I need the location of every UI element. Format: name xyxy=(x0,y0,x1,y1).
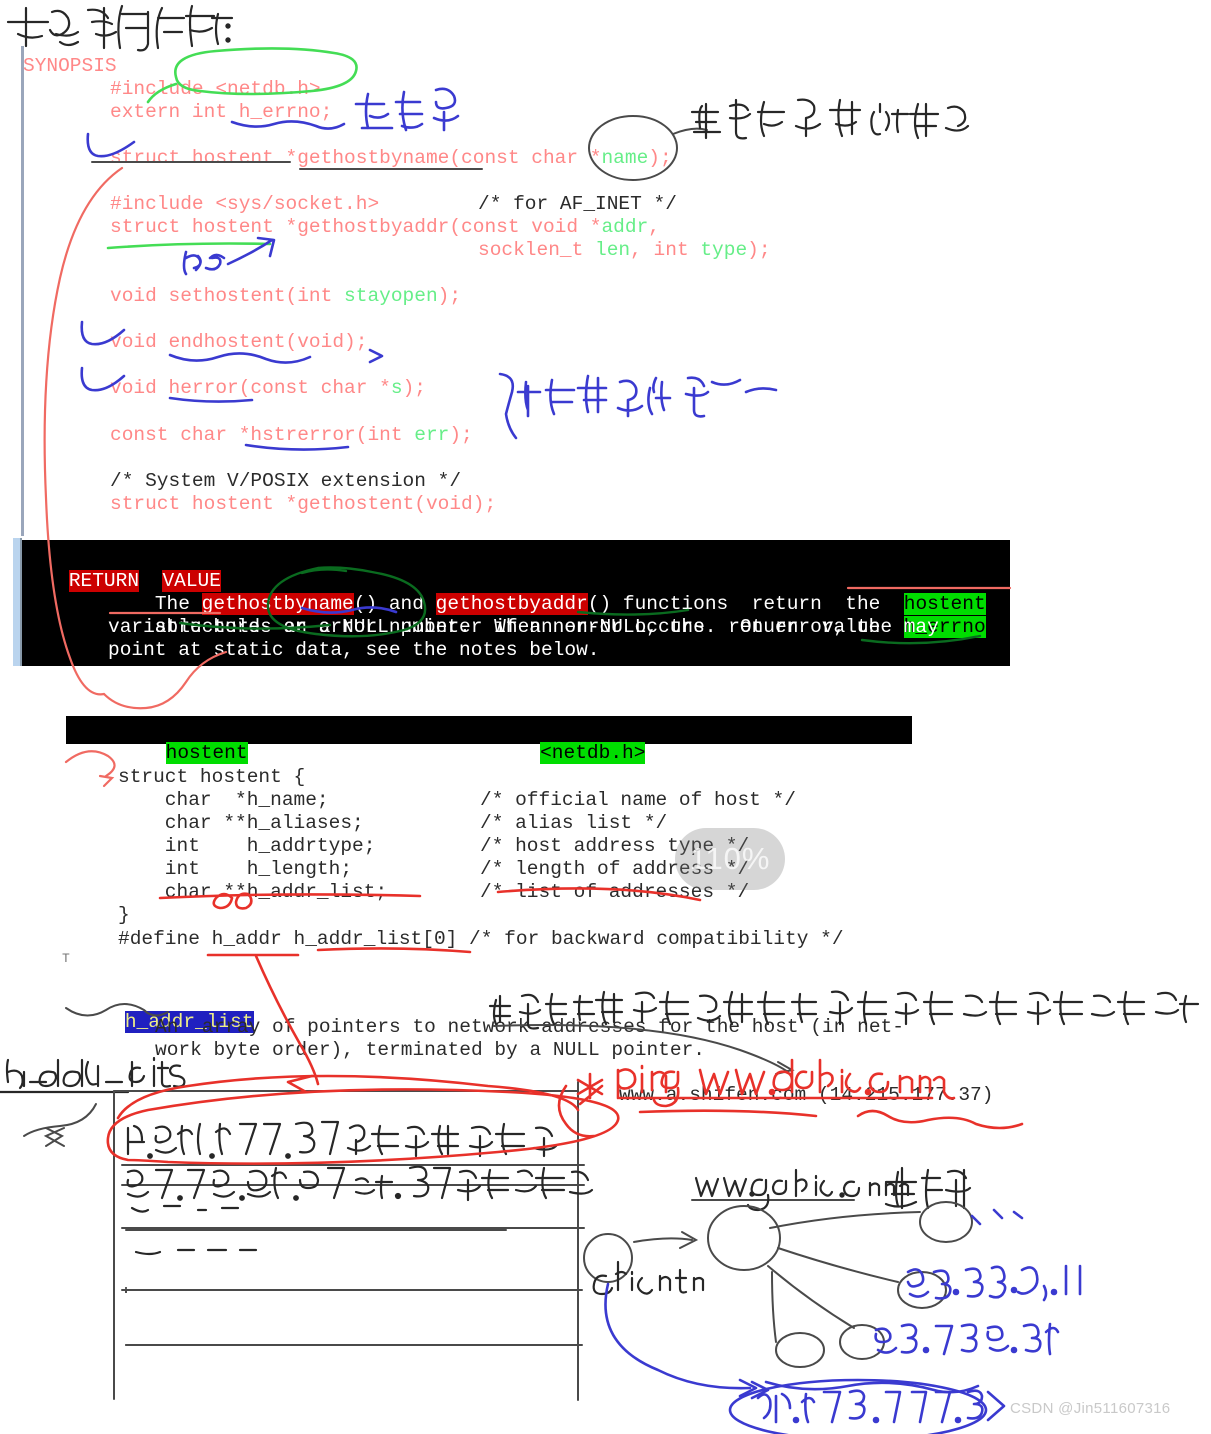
ink-blue-squiggle xyxy=(764,1380,980,1394)
ink-final-ip-text xyxy=(756,1389,1006,1424)
ink-circle-row1 xyxy=(106,1088,620,1165)
synopsis-line-9: void herror(const char *s); xyxy=(110,377,426,400)
code-token: , int xyxy=(630,239,701,261)
synopsis-line-3: #include <sys/socket.h> xyxy=(110,193,379,216)
code-token: err xyxy=(414,424,450,446)
ink-circle-final-ip xyxy=(728,1378,988,1434)
code-token: /* System V/POSIX extension */ xyxy=(110,470,462,492)
code-token: type xyxy=(700,239,748,261)
synopsis-line-0: #include <netdb.h> xyxy=(110,78,321,101)
h-addr-list-desc-1: An array of pointers to network addresse… xyxy=(155,1016,904,1038)
struct-code-line-5: char **h_addr_list; xyxy=(118,881,388,903)
si-hl1: hostent xyxy=(165,742,248,764)
synopsis-heading: SYNOPSIS xyxy=(23,55,117,77)
rv-l3: variable holds an error number. When non… xyxy=(108,616,939,638)
synopsis-line-4: /* for AF_INET */ xyxy=(478,193,677,216)
ink-h-addr-list-label xyxy=(0,1056,186,1094)
struct-code-line-6: } xyxy=(118,904,130,926)
ink-hs-note xyxy=(182,236,276,276)
code-token: void herror(const char * xyxy=(110,377,391,399)
ink-name-note-cn xyxy=(690,98,970,140)
left-guide-rule-top xyxy=(21,46,24,536)
ink-table-dashes xyxy=(130,1204,258,1256)
si-b: structure is defined in xyxy=(247,742,541,764)
code-token: void sethostent(int xyxy=(110,285,345,307)
si-c: as follows: xyxy=(645,742,786,764)
ink-squiggle-right xyxy=(856,1109,1024,1130)
ink-brace-print xyxy=(498,372,518,440)
code-token: name xyxy=(601,147,649,169)
code-token: ); xyxy=(437,285,462,307)
ink-table-grid xyxy=(113,1081,585,1401)
ink-cuowuhao-cn xyxy=(354,87,460,132)
code-token: void endhostent(void); xyxy=(110,331,368,353)
synopsis-line-2: struct hostent *gethostbyname(const char… xyxy=(110,147,672,170)
h-addr-list-desc-2: work byte order), terminated by a NULL p… xyxy=(155,1039,705,1061)
synopsis-line-7: void sethostent(int stayopen); xyxy=(110,285,461,308)
code-token: #include <sys/socket.h> xyxy=(110,193,380,215)
synopsis-line-8: void endhostent(void); xyxy=(110,331,367,354)
code-token: ); xyxy=(648,147,672,169)
code-token: const char *hstrerror(int xyxy=(110,424,415,446)
ink-table-row-2 xyxy=(126,1165,594,1202)
left-guide-rule-blue xyxy=(13,538,20,666)
code-token: s xyxy=(390,377,403,399)
man-page-screenshot: SYNOPSIS #include <netdb.h> extern int h_… xyxy=(0,0,1211,1434)
code-token: struct hostent *gethostbyname(const char… xyxy=(110,147,602,169)
code-token: #include <netdb.h> xyxy=(110,78,321,100)
code-token: ); xyxy=(449,424,473,446)
shifen-resolution-line: www.a.shifen.com (14.215.177.37) xyxy=(619,1084,994,1106)
ink-title-cn xyxy=(6,4,234,52)
ink-cluster-diagram xyxy=(583,1166,1024,1368)
ink-blue-curve-client xyxy=(604,1282,752,1390)
ink-asterisk xyxy=(576,1072,604,1106)
struct-code-line-3: int h_addrtype; xyxy=(118,835,376,857)
struct-code-line-7: #define h_addr h_addr_list[0] /* for bac… xyxy=(118,928,844,950)
struct-comment-1: /* official name of host */ xyxy=(480,789,796,811)
code-token: addr xyxy=(601,216,649,238)
struct-code-line-0: struct hostent { xyxy=(118,766,306,788)
code-token: extern int h_errno; xyxy=(110,101,333,123)
code-token: ); xyxy=(402,377,426,399)
ink-underline-shifen-2 xyxy=(638,1109,818,1118)
code-token: struct hostent *gethostbyaddr(const void… xyxy=(110,216,602,238)
struct-code-line-2: char **h_aliases; xyxy=(118,812,364,834)
ink-print-err-cn xyxy=(516,374,778,418)
si-a: The xyxy=(118,742,166,764)
struct-code-line-1: char *h_name; xyxy=(118,789,329,811)
csdn-watermark: CSDN @Jin511607316 xyxy=(1010,1400,1171,1417)
ink-table-row-1 xyxy=(126,1120,558,1159)
ink-underline-gethostbyaddr xyxy=(106,242,272,250)
ink-ip-notes xyxy=(874,1264,1082,1356)
synopsis-line-10: const char *hstrerror(int err); xyxy=(110,424,473,447)
struct-code-line-4: int h_length; xyxy=(118,858,353,880)
si-hl2: <netdb.h> xyxy=(540,742,646,764)
code-token: /* for AF_INET */ xyxy=(478,193,677,215)
synopsis-line-1: extern int h_errno; xyxy=(110,101,332,124)
rv-l4: point at static data, see the notes belo… xyxy=(108,639,600,661)
code-token: len xyxy=(595,239,631,261)
code-token: ); xyxy=(747,239,771,261)
ink-leader-name xyxy=(672,127,708,135)
synopsis-line-5: struct hostent *gethostbyaddr(const void… xyxy=(110,216,660,239)
synopsis-line-11: /* System V/POSIX extension */ xyxy=(110,470,461,493)
struct-comment-2: /* alias list */ xyxy=(480,812,668,834)
ink-arrow-to-table xyxy=(23,1103,97,1137)
synopsis-line-12: struct hostent *gethostent(void); xyxy=(110,493,496,516)
code-token: , xyxy=(648,216,660,238)
synopsis-line-6: socklen_t len, int type); xyxy=(478,239,771,262)
ink-underline-endhostent xyxy=(168,352,312,364)
code-token: socklen_t xyxy=(478,239,596,261)
code-token: struct hostent *gethostent(void); xyxy=(110,493,497,515)
stray-glyph: T xyxy=(62,951,70,966)
zoom-level-badge: 110% xyxy=(675,828,785,890)
code-token: stayopen xyxy=(344,285,438,307)
